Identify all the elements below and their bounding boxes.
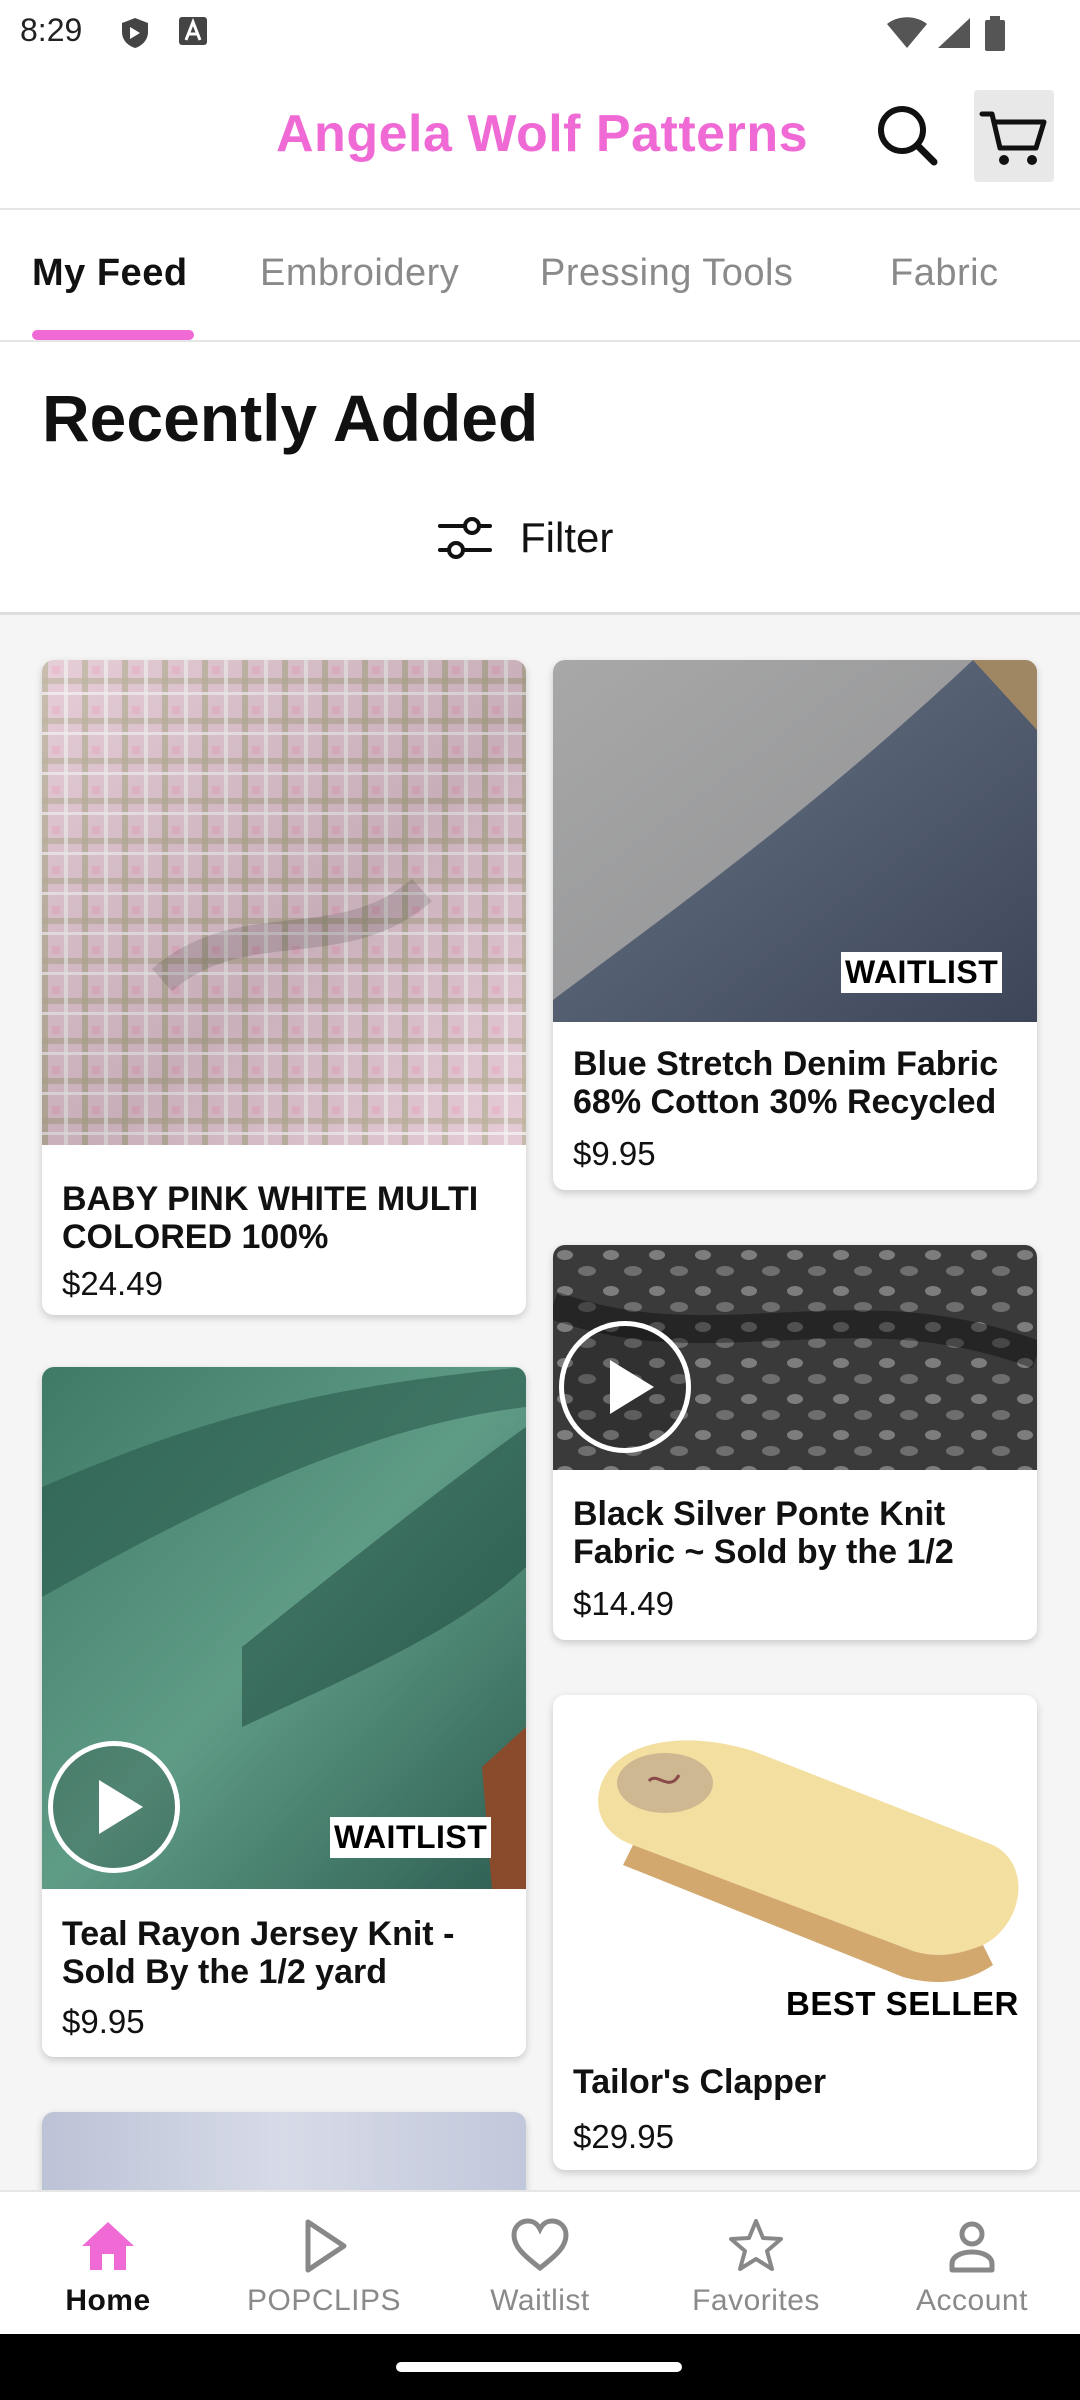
home-gesture-handle[interactable] xyxy=(396,2362,682,2372)
active-tab-indicator xyxy=(32,330,194,340)
play-outline-icon xyxy=(305,2219,347,2273)
product-card[interactable]: BEST SELLER Tailor's Clapper $29.95 xyxy=(553,1695,1037,2170)
nav-waitlist[interactable]: Waitlist xyxy=(432,2192,648,2336)
waitlist-badge: WAITLIST xyxy=(330,1817,492,1858)
product-image xyxy=(42,2112,526,2190)
nav-label: Home xyxy=(65,2284,151,2317)
bottom-navigation: Home POPCLIPS Waitlist Favorites Account xyxy=(0,2190,1080,2334)
category-tabs: My Feed Embroidery Pressing Tools Fabric xyxy=(0,212,1080,342)
product-image xyxy=(42,660,526,1145)
star-icon xyxy=(729,2219,783,2271)
sliders-icon xyxy=(438,517,492,559)
product-feed[interactable]: BABY PINK WHITE MULTI COLORED 100% $24.4… xyxy=(0,615,1080,2190)
search-button[interactable] xyxy=(872,100,942,170)
wifi-icon xyxy=(887,17,927,48)
nav-account[interactable]: Account xyxy=(864,2192,1080,2336)
status-bar: 8:29 xyxy=(0,0,1080,64)
cart-button[interactable] xyxy=(974,90,1054,182)
shield-icon xyxy=(122,18,148,48)
product-card[interactable]: WAITLIST Blue Stretch Denim Fabric 68% C… xyxy=(553,660,1037,1190)
play-icon xyxy=(610,1360,654,1414)
battery-icon xyxy=(985,16,1005,51)
product-price: $9.95 xyxy=(62,2003,145,2040)
font-a-icon xyxy=(179,17,207,45)
nav-label: Waitlist xyxy=(490,2284,590,2317)
play-video-button[interactable] xyxy=(559,1321,691,1453)
product-price: $14.49 xyxy=(573,1585,674,1622)
nav-label: Account xyxy=(916,2284,1028,2317)
tab-embroidery[interactable]: Embroidery xyxy=(260,252,459,295)
nav-popclips[interactable]: POPCLIPS xyxy=(216,2192,432,2336)
product-title: Tailor's Clapper xyxy=(573,2063,827,2101)
product-card[interactable]: Black Silver Ponte Knit Fabric ~ Sold by… xyxy=(553,1245,1037,1640)
nav-home[interactable]: Home xyxy=(0,2192,216,2336)
tab-pressing-tools[interactable]: Pressing Tools xyxy=(540,252,793,295)
person-icon xyxy=(949,2221,995,2273)
signal-icon xyxy=(938,18,970,48)
product-card[interactable] xyxy=(42,2112,526,2190)
play-icon xyxy=(99,1780,143,1834)
product-title: BABY PINK WHITE MULTI COLORED 100% xyxy=(62,1180,479,1256)
product-card[interactable]: WAITLIST Teal Rayon Jersey Knit - Sold B… xyxy=(42,1367,526,2057)
product-title: Blue Stretch Denim Fabric 68% Cotton 30%… xyxy=(573,1045,999,1121)
best-seller-badge: BEST SELLER xyxy=(786,1985,1019,2022)
home-icon xyxy=(82,2222,134,2270)
product-card[interactable]: BABY PINK WHITE MULTI COLORED 100% $24.4… xyxy=(42,660,526,1315)
status-time: 8:29 xyxy=(20,12,83,48)
product-price: $24.49 xyxy=(62,1265,163,1302)
app-bar: Angela Wolf Patterns xyxy=(0,64,1080,210)
filter-button[interactable]: Filter xyxy=(438,506,613,570)
nav-favorites[interactable]: Favorites xyxy=(648,2192,864,2336)
app-title: Angela Wolf Patterns xyxy=(276,105,809,163)
system-gesture-bar xyxy=(0,2334,1080,2400)
section-title: Recently Added xyxy=(42,381,539,455)
product-price: $9.95 xyxy=(573,1135,656,1172)
filter-label: Filter xyxy=(520,514,614,561)
tab-fabric[interactable]: Fabric xyxy=(890,252,999,295)
nav-label: Favorites xyxy=(692,2284,820,2317)
product-title: Teal Rayon Jersey Knit - Sold By the 1/2… xyxy=(62,1915,455,1991)
product-title: Black Silver Ponte Knit Fabric ~ Sold by… xyxy=(573,1495,954,1571)
nav-label: POPCLIPS xyxy=(246,2284,402,2317)
product-image xyxy=(553,1695,1037,1985)
search-icon xyxy=(878,106,938,166)
waitlist-badge: WAITLIST xyxy=(841,952,1003,993)
play-video-button[interactable] xyxy=(48,1741,180,1873)
heart-icon xyxy=(511,2218,569,2272)
tab-my-feed[interactable]: My Feed xyxy=(32,252,188,295)
product-price: $29.95 xyxy=(573,2118,674,2155)
cart-icon xyxy=(979,111,1047,165)
